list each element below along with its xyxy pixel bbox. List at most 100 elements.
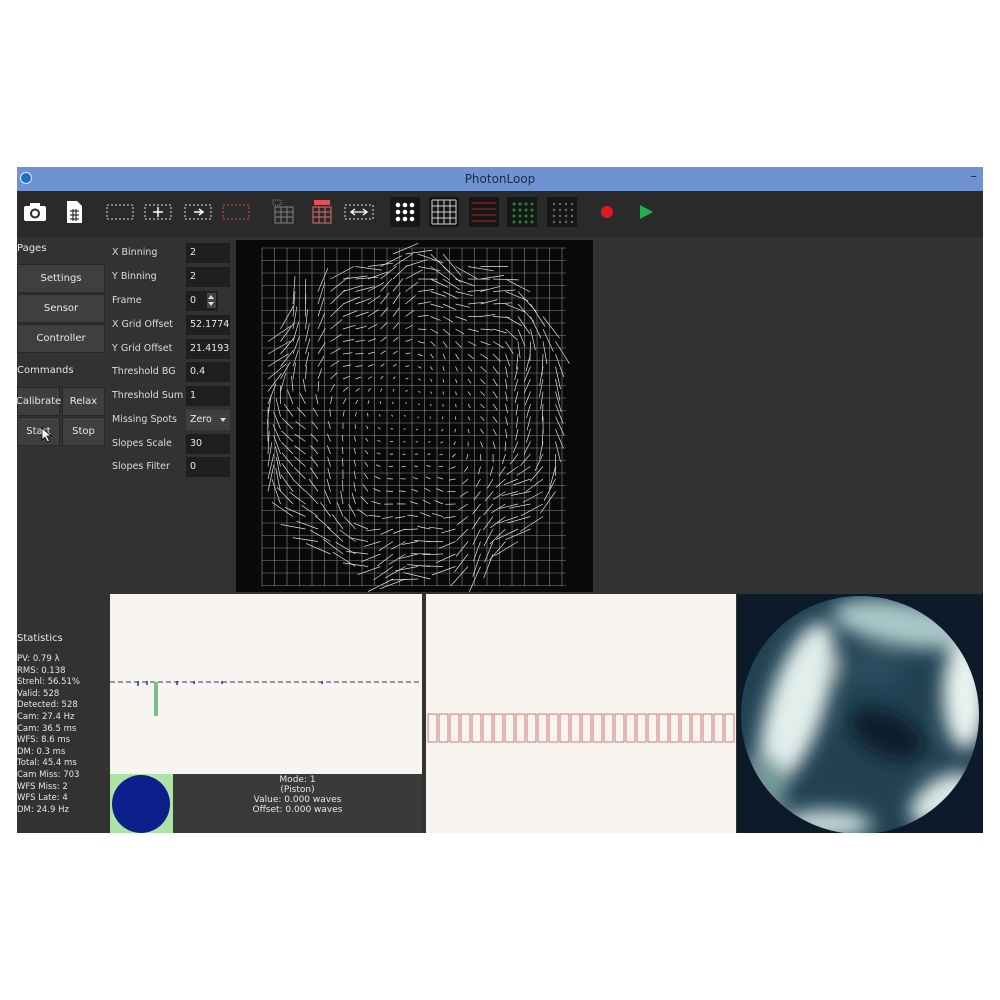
- gray-dots-icon: [552, 202, 574, 224]
- stat-line: RMS: 0.138: [17, 665, 66, 676]
- mode-value: Value: 0.000 waves: [253, 795, 342, 805]
- grid-red-button[interactable]: [307, 197, 337, 227]
- resize-region-icon: [184, 204, 212, 220]
- actuator-pulse: [702, 713, 713, 743]
- stat-line: Valid: 528: [17, 688, 60, 699]
- controller-page-button[interactable]: Controller: [17, 324, 105, 353]
- spin-arrows-icon[interactable]: [207, 293, 216, 308]
- grid-shift-icon: [344, 204, 374, 220]
- param-label: Y Binning: [112, 271, 157, 282]
- move-region-button[interactable]: [143, 197, 173, 227]
- param-label: Slopes Filter: [112, 461, 170, 472]
- threshold-bg-field[interactable]: 0.4: [186, 362, 230, 382]
- start-button[interactable]: Start: [17, 417, 60, 446]
- record-button[interactable]: [592, 197, 622, 227]
- green-dots-button[interactable]: [507, 197, 537, 227]
- mode-name: (Piston): [280, 785, 315, 795]
- spots-icon: [395, 202, 415, 222]
- slopes-filter-field[interactable]: 0: [186, 457, 230, 477]
- mode-number: Mode: 1: [279, 775, 316, 785]
- piston-indicator: [110, 774, 173, 833]
- param-label: X Grid Offset: [112, 319, 174, 330]
- x-grid-offset-field[interactable]: 52.1774: [186, 315, 230, 335]
- actuator-pulse: [669, 713, 680, 743]
- actuator-pulse: [691, 713, 702, 743]
- actuator-pulse: [515, 713, 526, 743]
- y-grid-offset-field[interactable]: 21.4193: [186, 339, 230, 359]
- sensor-grid: [261, 247, 566, 586]
- commands-section-title: Commands: [17, 365, 74, 376]
- param-label: Missing Spots: [112, 414, 177, 425]
- mode-values-graph: [110, 681, 422, 716]
- actuator-pulse: [504, 713, 515, 743]
- wavefront-map: [741, 596, 979, 833]
- minimize-button[interactable]: –: [971, 168, 978, 186]
- grid-button[interactable]: [429, 197, 459, 227]
- chevron-down-icon: [220, 418, 226, 422]
- stat-line: Cam: 36.5 ms: [17, 723, 77, 734]
- window-title: PhotonLoop: [464, 172, 536, 186]
- actuator-pulse: [449, 713, 460, 743]
- stat-line: WFS Miss: 2: [17, 781, 68, 792]
- param-label: Threshold BG: [112, 366, 176, 377]
- x-binning-field[interactable]: 2: [186, 243, 230, 263]
- param-label: Frame: [112, 295, 142, 306]
- y-binning-field[interactable]: 2: [186, 267, 230, 287]
- clear-region-button[interactable]: [221, 197, 251, 227]
- actuator-pulse: [636, 713, 647, 743]
- file-grid-button[interactable]: [59, 197, 89, 227]
- grid-sub-button[interactable]: [269, 197, 299, 227]
- sensor-page-button[interactable]: Sensor: [17, 294, 105, 323]
- actuator-pulse: [724, 713, 735, 743]
- actuator-plot: [426, 594, 736, 833]
- stat-line: WFS: 8.6 ms: [17, 735, 71, 746]
- camera-icon: [24, 203, 46, 221]
- pages-section-title: Pages: [17, 243, 47, 254]
- app-logo-icon: [20, 172, 32, 184]
- settings-page-button[interactable]: Settings: [17, 264, 105, 293]
- param-label: Y Grid Offset: [112, 343, 173, 354]
- statistics-title: Statistics: [17, 633, 63, 644]
- actuator-pulse: [537, 713, 548, 743]
- actuator-graph: [427, 713, 735, 743]
- slopes-scale-field[interactable]: 30: [186, 434, 230, 454]
- relax-button[interactable]: Relax: [62, 387, 105, 416]
- wavefront-display: [737, 594, 983, 833]
- calibrate-button[interactable]: Calibrate: [17, 387, 61, 416]
- mode-offset: Offset: 0.000 waves: [252, 805, 343, 815]
- actuator-pulse: [427, 713, 438, 743]
- threshold-sum-field[interactable]: 1: [186, 386, 230, 406]
- red-grid-icon: [472, 202, 496, 222]
- actuator-pulse: [647, 713, 658, 743]
- stat-line: Strehl: 56.51%: [17, 677, 80, 688]
- stat-line: WFS Late: 4: [17, 793, 68, 804]
- grid-icon: [431, 199, 457, 225]
- frame-spinbox[interactable]: 0: [186, 291, 218, 311]
- select-region-button[interactable]: [105, 197, 135, 227]
- actuator-pulse: [614, 713, 625, 743]
- mode-info-panel: Mode: 1 (Piston) Value: 0.000 waves Offs…: [173, 774, 422, 833]
- statistics-list: PV: 0.79 λ RMS: 0.138 Strehl: 56.51% Val…: [17, 654, 109, 816]
- frame-value: 0: [190, 295, 197, 306]
- missing-spots-dropdown[interactable]: Zero: [186, 410, 230, 430]
- stop-button[interactable]: Stop: [62, 417, 105, 446]
- stat-line: DM: 0.3 ms: [17, 746, 66, 757]
- resize-region-button[interactable]: [183, 197, 213, 227]
- stat-line: PV: 0.79 λ: [17, 654, 60, 664]
- camera-button[interactable]: [20, 197, 50, 227]
- green-dots-icon: [512, 202, 534, 224]
- spots-button[interactable]: [390, 197, 420, 227]
- actuator-pulse: [680, 713, 691, 743]
- move-region-icon: [144, 204, 172, 220]
- red-grid-button[interactable]: [469, 197, 499, 227]
- param-label: Slopes Scale: [112, 438, 172, 449]
- gray-dots-button[interactable]: [547, 197, 577, 227]
- actuator-pulse: [493, 713, 504, 743]
- clear-region-icon: [222, 204, 250, 220]
- grid-shift-button[interactable]: [344, 197, 374, 227]
- title-bar: PhotonLoop –: [17, 167, 983, 191]
- play-button[interactable]: [631, 197, 661, 227]
- actuator-pulse: [592, 713, 603, 743]
- stat-line: Cam Miss: 703: [17, 769, 80, 780]
- slopes-vector-canvas: [261, 242, 570, 593]
